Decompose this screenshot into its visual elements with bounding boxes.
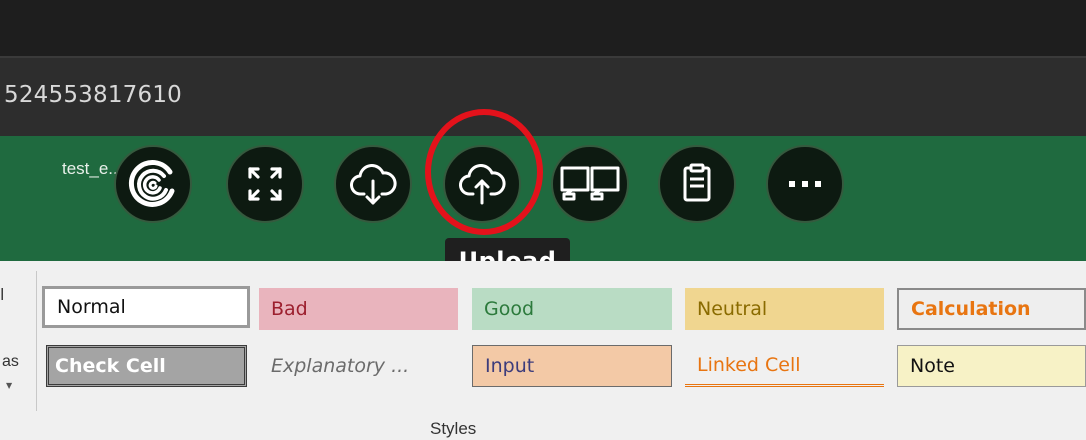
download-button[interactable]: [334, 145, 412, 223]
logo-button[interactable]: [114, 145, 192, 223]
address-text: 524553817610: [4, 82, 182, 108]
style-input[interactable]: Input: [472, 345, 672, 387]
fullscreen-button[interactable]: [226, 145, 304, 223]
upload-highlight-circle: [425, 109, 543, 235]
style-bad[interactable]: Bad: [259, 288, 458, 330]
style-explanatory[interactable]: Explanatory ...: [259, 345, 458, 387]
style-neutral[interactable]: Neutral: [685, 288, 884, 330]
style-calculation[interactable]: Calculation: [897, 288, 1086, 330]
style-check-cell[interactable]: Check Cell: [46, 345, 247, 387]
top-bar: [0, 0, 1086, 56]
clipboard-icon: [683, 163, 711, 202]
ribbon-left-partial-top: l: [0, 285, 5, 304]
style-normal[interactable]: Normal: [42, 286, 250, 328]
multi-monitor-button[interactable]: [551, 145, 629, 223]
monitors-icon: [560, 166, 620, 201]
ribbon: l as ▼ Normal Bad Good Neutral Calculati…: [0, 261, 1086, 440]
ellipsis-icon: [789, 181, 821, 187]
styles-group-label: Styles: [430, 419, 477, 438]
address-bar: 524553817610: [0, 56, 1086, 136]
style-linked-cell[interactable]: Linked Cell: [685, 345, 884, 387]
more-button[interactable]: [766, 145, 844, 223]
expand-icon: [248, 167, 282, 201]
chevron-down-icon[interactable]: ▼: [6, 381, 12, 390]
style-good[interactable]: Good: [472, 288, 672, 330]
clipboard-button[interactable]: [658, 145, 736, 223]
ribbon-left-partial-bottom: as: [2, 353, 19, 370]
cloud-download-icon: [350, 164, 397, 205]
style-note[interactable]: Note: [897, 345, 1086, 387]
ribbon-separator: [36, 271, 37, 411]
spiral-logo-icon: [128, 160, 175, 207]
